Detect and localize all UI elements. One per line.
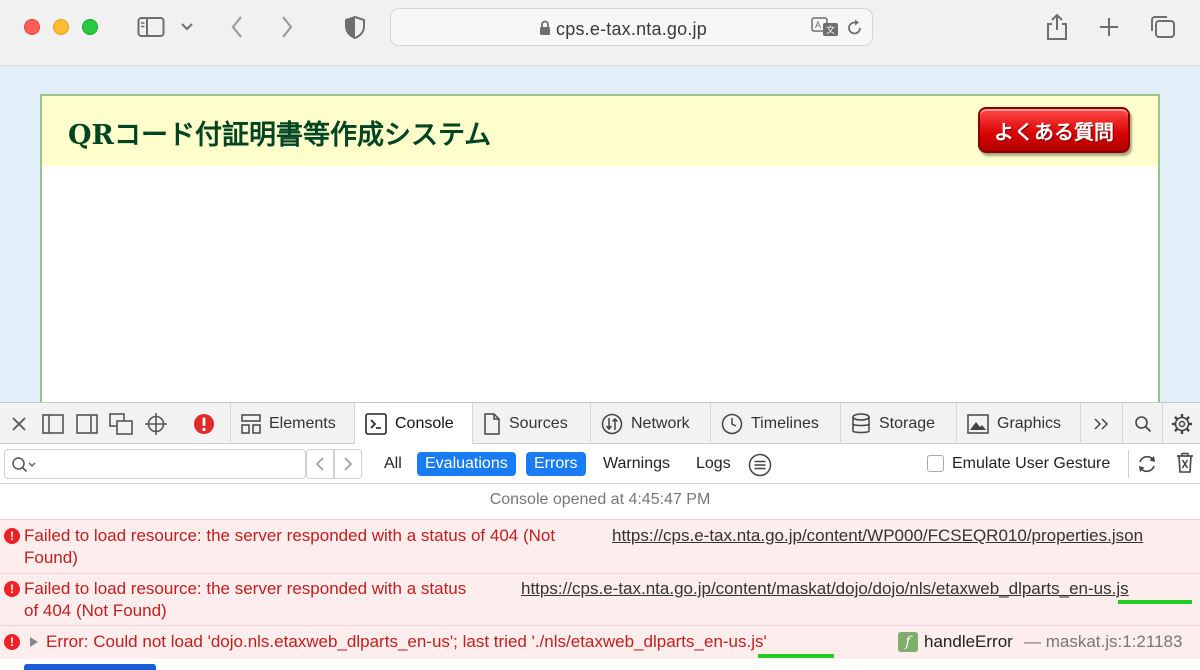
console-error-row[interactable]: ! Error: Could not load 'dojo.nls.etaxwe… bbox=[0, 625, 1200, 659]
previous-match-button[interactable] bbox=[306, 449, 334, 479]
chevron-left-icon bbox=[315, 457, 324, 471]
double-chevron-icon bbox=[1093, 417, 1108, 430]
source-location[interactable]: — maskat.js:1:21183 bbox=[1024, 631, 1182, 653]
error-message-line: Failed to load resource: the server resp… bbox=[24, 579, 467, 598]
highlight-underline bbox=[1118, 600, 1192, 604]
settings-button[interactable] bbox=[1162, 403, 1200, 444]
tab-label: Timelines bbox=[751, 414, 819, 432]
reload-icon[interactable] bbox=[847, 19, 863, 42]
close-window-button[interactable] bbox=[24, 19, 40, 35]
clock-icon bbox=[721, 413, 743, 434]
console-output: Console opened at 4:45:47 PM ! Failed to… bbox=[0, 484, 1200, 670]
filter-evaluations[interactable]: Evaluations bbox=[417, 452, 516, 476]
database-icon bbox=[852, 412, 870, 433]
browser-toolbar: cps.e-tax.nta.go.jp A文 bbox=[0, 0, 1200, 66]
console-error-row[interactable]: ! Failed to load resource: the server re… bbox=[0, 573, 1200, 625]
console-filter-bar: All Evaluations Errors Warnings Logs Emu… bbox=[0, 444, 1200, 484]
tab-overview-icon[interactable] bbox=[1148, 14, 1178, 40]
undock-icon[interactable] bbox=[109, 412, 133, 436]
tab-label: Storage bbox=[879, 414, 936, 432]
highlight-underline bbox=[758, 654, 834, 658]
selected-element-badge bbox=[24, 664, 156, 670]
search-filter-icon bbox=[12, 457, 36, 473]
dock-right-icon[interactable] bbox=[75, 412, 99, 436]
page-frame: QRコード付証明書等作成システム よくある質問 bbox=[40, 94, 1160, 404]
close-inspector-icon[interactable] bbox=[7, 412, 31, 436]
tab-graphics[interactable]: Graphics bbox=[956, 403, 1080, 444]
clear-console-icon[interactable] bbox=[1175, 452, 1195, 479]
function-name[interactable]: handleError bbox=[924, 631, 1013, 653]
tab-network[interactable]: Network bbox=[590, 403, 710, 444]
share-icon[interactable] bbox=[1044, 13, 1070, 40]
page-title: QRコード付証明書等作成システム bbox=[68, 120, 492, 151]
forward-icon[interactable] bbox=[276, 14, 298, 40]
tab-label: Console bbox=[395, 414, 454, 432]
search-tab-button[interactable] bbox=[1122, 403, 1162, 444]
error-icon: ! bbox=[4, 634, 20, 650]
tab-label: Network bbox=[631, 414, 690, 432]
address-bar[interactable]: cps.e-tax.nta.go.jp A文 bbox=[390, 8, 873, 46]
svg-text:A: A bbox=[815, 20, 821, 30]
filter-errors[interactable]: Errors bbox=[526, 452, 586, 476]
network-icon bbox=[601, 413, 623, 434]
error-message-line: Failed to load resource: the server resp… bbox=[24, 526, 556, 545]
tab-label: Sources bbox=[509, 414, 568, 432]
minimize-window-button[interactable] bbox=[53, 19, 69, 35]
filter-all[interactable]: All bbox=[376, 452, 410, 476]
reload-console-icon[interactable] bbox=[1136, 453, 1158, 480]
console-opened-message: Console opened at 4:45:47 PM bbox=[489, 491, 711, 508]
gear-icon bbox=[1171, 413, 1192, 434]
faq-button[interactable]: よくある質問 bbox=[978, 107, 1130, 153]
console-error-row[interactable]: ! Failed to load resource: the server re… bbox=[0, 519, 1200, 573]
error-icon: ! bbox=[4, 581, 20, 597]
disclosure-triangle-icon[interactable] bbox=[29, 633, 39, 653]
page-header: QRコード付証明書等作成システム よくある質問 bbox=[42, 96, 1158, 166]
new-tab-icon[interactable] bbox=[1096, 14, 1122, 40]
error-message-line: Found) bbox=[24, 548, 78, 567]
url-text: cps.e-tax.nta.go.jp bbox=[556, 19, 707, 39]
chevron-right-icon bbox=[344, 457, 353, 471]
tab-sources[interactable]: Sources bbox=[472, 403, 590, 444]
next-match-button[interactable] bbox=[334, 449, 362, 479]
filter-logs[interactable]: Logs bbox=[688, 452, 739, 476]
error-count-icon[interactable] bbox=[192, 412, 216, 436]
privacy-shield-icon[interactable] bbox=[343, 14, 367, 40]
error-message-line: Error: Could not load 'dojo.nls.etaxweb_… bbox=[46, 632, 767, 651]
inspector-tab-bar: Elements Console Sources Network Timelin… bbox=[0, 402, 1200, 444]
error-message-line: of 404 (Not Found) bbox=[24, 601, 167, 620]
element-picker-icon[interactable] bbox=[144, 412, 168, 436]
tab-elements[interactable]: Elements bbox=[230, 403, 354, 444]
tab-label: Elements bbox=[269, 414, 336, 432]
search-icon bbox=[1134, 415, 1151, 432]
divider bbox=[1128, 450, 1129, 478]
tab-label: Graphics bbox=[997, 414, 1062, 432]
translate-icon[interactable]: A文 bbox=[811, 17, 839, 42]
list-filter-icon[interactable] bbox=[748, 453, 772, 482]
resource-link[interactable]: https://cps.e-tax.nta.go.jp/content/mask… bbox=[521, 579, 1129, 599]
elements-icon bbox=[241, 413, 261, 434]
filter-warnings[interactable]: Warnings bbox=[595, 452, 678, 476]
document-icon bbox=[484, 412, 500, 435]
function-icon: f bbox=[898, 632, 918, 652]
emulate-gesture-label: Emulate User Gesture bbox=[952, 455, 1111, 472]
error-icon: ! bbox=[4, 528, 20, 544]
resource-link[interactable]: https://cps.e-tax.nta.go.jp/content/WP00… bbox=[612, 526, 1143, 546]
sidebar-toggle-icon[interactable] bbox=[136, 14, 166, 40]
emulate-gesture-checkbox[interactable] bbox=[927, 455, 944, 472]
tab-timelines[interactable]: Timelines bbox=[710, 403, 840, 444]
console-icon bbox=[365, 412, 387, 435]
chevron-down-icon[interactable] bbox=[178, 14, 196, 40]
web-page: QRコード付証明書等作成システム よくある質問 bbox=[0, 66, 1200, 404]
zoom-window-button[interactable] bbox=[82, 19, 98, 35]
dock-left-icon[interactable] bbox=[41, 412, 65, 436]
tab-storage[interactable]: Storage bbox=[840, 403, 956, 444]
tab-console[interactable]: Console bbox=[354, 403, 472, 444]
svg-text:文: 文 bbox=[826, 24, 835, 36]
back-icon[interactable] bbox=[226, 14, 248, 40]
image-icon bbox=[967, 413, 989, 434]
filter-input[interactable] bbox=[4, 449, 306, 479]
more-tabs-button[interactable] bbox=[1080, 403, 1122, 444]
